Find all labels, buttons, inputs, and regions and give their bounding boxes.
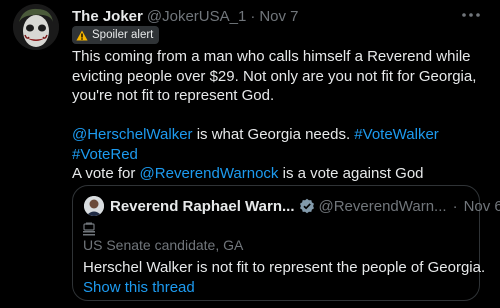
spoiler-alert-badge[interactable]: Spoiler alert [72,26,160,44]
quoted-account-label: US Senate candidate, GA [83,237,244,253]
tweet-header: The Joker @JokerUSA_1 · Nov 7 [72,5,299,27]
meta-separator: · [452,197,458,215]
tweet-text: This coming from a man who calls himself… [72,47,492,184]
warning-icon [76,30,88,40]
tweet-text-fragment: A vote for [72,165,140,182]
quoted-tweet[interactable]: Reverend Raphael Warn... @ReverendWarn..… [72,185,500,301]
tweet-text-line: you're not fit to represent God. [72,87,275,104]
tweet-text-line: @HerschelWalker is what Georgia needs. #… [72,125,492,145]
handle[interactable]: @JokerUSA_1 [147,8,246,25]
timestamp[interactable]: Nov 7 [259,8,298,25]
quoted-tweet-header: Reverend Raphael Warn... @ReverendWarn..… [84,195,500,217]
tweet-text-line: evicting people over $29. Not only are y… [72,67,477,85]
more-icon[interactable] [461,6,481,24]
tweet: The Joker @JokerUSA_1 · Nov 7 Spoiler al… [0,0,500,308]
hashtag-link[interactable]: #VoteRed [72,146,138,163]
mention-link[interactable]: @HerschelWalker [72,126,193,143]
mention-link[interactable]: @ReverendWarnock [140,165,279,182]
tweet-text-line: This coming from a man who calls himself… [72,48,471,65]
hashtag-link[interactable]: #VoteWalker [354,126,439,143]
spoiler-label: Spoiler alert [92,29,154,41]
verified-badge-icon [299,198,315,214]
quoted-avatar [84,196,104,216]
quoted-timestamp: Nov 6 [463,197,500,215]
tweet-text-fragment: is a vote against God [278,165,424,182]
tweet-text-fragment: is what Georgia needs. [192,126,355,143]
display-name[interactable]: The Joker [72,8,143,25]
quoted-handle: @ReverendWarn... [318,197,447,215]
show-thread-link[interactable]: Show this thread [83,279,195,296]
tweet-text-line: A vote for @ReverendWarnock is a vote ag… [72,164,492,184]
meta-separator: · [250,7,256,25]
quoted-tweet-text: Herschel Walker is not fit to represent … [83,259,486,276]
quoted-display-name: Reverend Raphael Warn... [110,197,295,215]
avatar[interactable] [13,4,59,50]
tweet-text-line: #VoteRed [72,145,492,165]
